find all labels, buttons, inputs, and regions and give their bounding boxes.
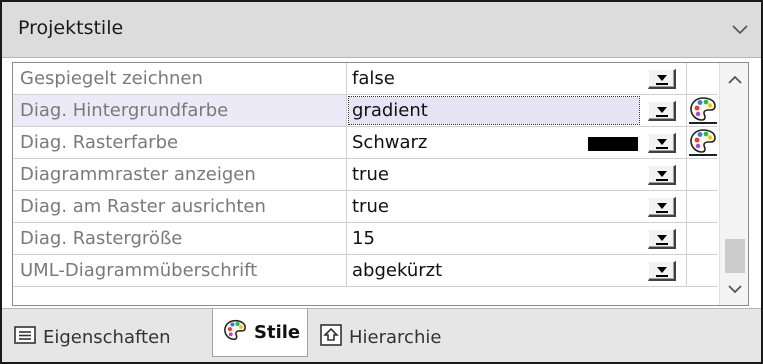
- dropdown-button[interactable]: [648, 197, 676, 217]
- property-row: Diag. Rastergröße 15: [13, 223, 718, 255]
- property-value: gradient: [352, 100, 428, 121]
- property-value-cell[interactable]: false: [348, 63, 685, 94]
- property-value: Schwarz: [352, 132, 428, 153]
- dropdown-button[interactable]: [648, 261, 676, 281]
- property-name[interactable]: Diag. Hintergrundfarbe: [13, 95, 347, 126]
- property-name[interactable]: Diag. Rastergröße: [13, 223, 347, 254]
- hierarchy-icon: [320, 323, 342, 351]
- property-name[interactable]: Diag. am Raster ausrichten: [13, 191, 347, 222]
- property-name[interactable]: Gespiegelt zeichnen: [13, 63, 347, 94]
- collapse-chevron-icon[interactable]: [726, 16, 754, 44]
- property-row: UML-Diagrammüberschrift abgekürzt: [13, 255, 718, 287]
- property-extra-cell: [686, 95, 718, 126]
- property-row-selected: Diag. Hintergrundfarbe gradient: [13, 95, 718, 127]
- property-extra-cell: [686, 159, 718, 190]
- tab-label: Eigenschaften: [43, 326, 171, 348]
- property-row: Diag. Rasterfarbe Schwarz: [13, 127, 718, 159]
- property-row: Diag. am Raster ausrichten true: [13, 191, 718, 223]
- dropdown-button[interactable]: [648, 229, 676, 249]
- property-row: Gespiegelt zeichnen false: [13, 63, 718, 95]
- scroll-down-arrow-icon[interactable]: [720, 277, 748, 301]
- property-grid: Gespiegelt zeichnen false Diag. Hintergr…: [12, 62, 749, 306]
- property-value: false: [352, 68, 395, 89]
- panel-title: Projektstile: [18, 17, 124, 39]
- properties-list-icon: [14, 325, 36, 349]
- palette-icon: [223, 319, 247, 346]
- property-value-cell[interactable]: true: [348, 191, 685, 222]
- tab-label: Stile: [254, 322, 301, 343]
- tab-bar: Eigenschaften Stile Hierarchie: [2, 308, 761, 362]
- property-value: true: [352, 164, 389, 185]
- scroll-up-arrow-icon[interactable]: [720, 67, 748, 91]
- property-value-cell[interactable]: true: [348, 159, 685, 190]
- color-swatch: [588, 137, 638, 151]
- property-value: 15: [352, 228, 375, 249]
- vertical-scrollbar[interactable]: [719, 63, 748, 305]
- tab-eigenschaften[interactable]: Eigenschaften: [14, 317, 171, 357]
- property-value-cell[interactable]: abgekürzt: [348, 255, 685, 286]
- property-value: abgekürzt: [352, 260, 443, 281]
- property-value-cell[interactable]: gradient: [348, 95, 685, 126]
- dropdown-button[interactable]: [648, 101, 676, 121]
- property-extra-cell: [686, 63, 718, 94]
- property-name[interactable]: Diagrammraster anzeigen: [13, 159, 347, 190]
- property-name[interactable]: UML-Diagrammüberschrift: [13, 255, 347, 286]
- dropdown-button[interactable]: [648, 69, 676, 89]
- dropdown-button[interactable]: [648, 133, 676, 153]
- property-extra-cell: [686, 191, 718, 222]
- dropdown-button[interactable]: [648, 165, 676, 185]
- property-extra-cell: [686, 255, 718, 286]
- panel-header: Projektstile: [2, 2, 761, 58]
- tab-stile[interactable]: Stile: [212, 309, 308, 357]
- property-row: Diagrammraster anzeigen true: [13, 159, 718, 191]
- color-palette-icon[interactable]: [689, 96, 717, 124]
- scroll-thumb[interactable]: [725, 239, 745, 273]
- project-styles-window: Projektstile Gespiegelt zeichnen false D…: [0, 0, 763, 364]
- property-extra-cell: [686, 223, 718, 254]
- property-extra-cell: [686, 127, 718, 158]
- property-name[interactable]: Diag. Rasterfarbe: [13, 127, 347, 158]
- tab-hierarchie[interactable]: Hierarchie: [320, 317, 441, 357]
- tab-label: Hierarchie: [349, 326, 442, 348]
- property-value-cell[interactable]: 15: [348, 223, 685, 254]
- property-value: true: [352, 196, 389, 217]
- property-value-cell[interactable]: Schwarz: [348, 127, 685, 158]
- color-palette-icon[interactable]: [689, 128, 717, 156]
